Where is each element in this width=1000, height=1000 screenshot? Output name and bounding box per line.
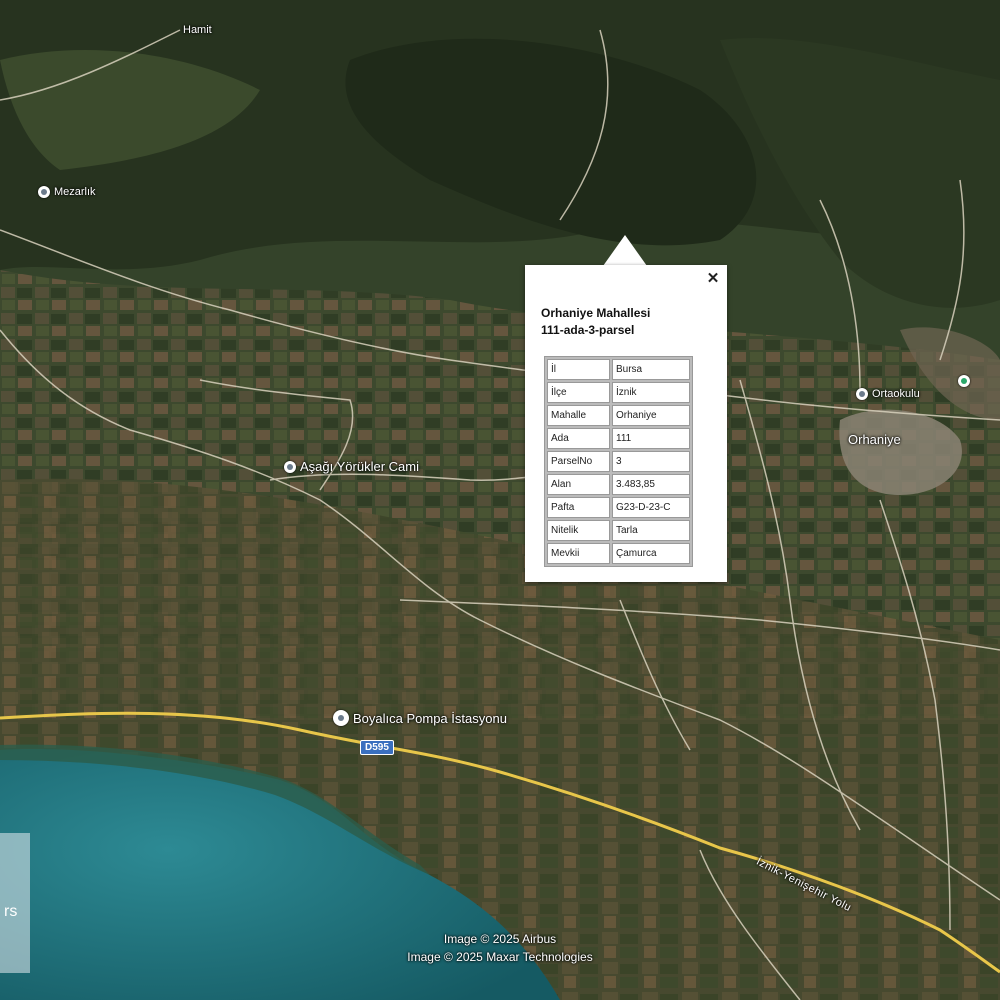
row-value: G23-D-23-C: [612, 497, 690, 518]
place-okul[interactable]: [958, 375, 970, 387]
route-shield-d595: D595: [360, 740, 394, 755]
place-label: Ortaokulu: [872, 388, 920, 400]
row-key: Mahalle: [547, 405, 610, 426]
row-key: İl: [547, 359, 610, 380]
row-key: Alan: [547, 474, 610, 495]
table-row: Mahalle Orhaniye: [547, 405, 690, 426]
credit-line-2: Image © 2025 Maxar Technologies: [407, 950, 593, 964]
row-key: Ada: [547, 428, 610, 449]
place-okul-label[interactable]: Ortaokulu: [856, 388, 920, 400]
row-value: Orhaniye: [612, 405, 690, 426]
imagery-credits: Image © 2025 Airbus Image © 2025 Maxar T…: [0, 930, 1000, 966]
table-row: Alan 3.483,85: [547, 474, 690, 495]
place-pompa[interactable]: Boyalıca Pompa İstasyonu: [333, 710, 507, 726]
popup-title: Orhaniye Mahallesi 111-ada-3-parsel: [541, 305, 716, 339]
row-value: Bursa: [612, 359, 690, 380]
place-top[interactable]: Hamit: [183, 24, 212, 36]
row-value: 3: [612, 451, 690, 472]
town-orhaniye[interactable]: Orhaniye: [848, 432, 901, 447]
row-key: Nitelik: [547, 520, 610, 541]
row-value: Tarla: [612, 520, 690, 541]
place-label: Boyalıca Pompa İstasyonu: [353, 710, 507, 726]
place-label: Hamit: [183, 24, 212, 36]
row-key: Pafta: [547, 497, 610, 518]
parcel-table: İl Bursa İlçe İznik Mahalle Orhaniye Ada 111…: [544, 356, 693, 567]
close-icon[interactable]: ✕: [705, 271, 721, 287]
row-value: 111: [612, 428, 690, 449]
place-label: Aşağı Yörükler Cami: [300, 459, 419, 474]
table-row: ParselNo 3: [547, 451, 690, 472]
location-pin-icon: [333, 710, 349, 726]
row-key: ParselNo: [547, 451, 610, 472]
table-row: Mevkii Çamurca: [547, 543, 690, 564]
row-key: İlçe: [547, 382, 610, 403]
satellite-map[interactable]: [0, 0, 1000, 1000]
row-value: Çamurca: [612, 543, 690, 564]
location-pin-icon: [38, 186, 50, 198]
location-pin-icon: [856, 388, 868, 400]
school-pin-icon: [958, 375, 970, 387]
row-key: Mevkii: [547, 543, 610, 564]
side-panel-text: rs: [4, 903, 18, 920]
row-value: İznik: [612, 382, 690, 403]
place-mezarlik[interactable]: Mezarlık: [38, 186, 96, 198]
mosque-pin-icon: [284, 460, 296, 473]
table-row: İlçe İznik: [547, 382, 690, 403]
place-cami[interactable]: Aşağı Yörükler Cami: [284, 459, 419, 474]
row-value: 3.483,85: [612, 474, 690, 495]
credit-line-1: Image © 2025 Airbus: [443, 932, 557, 946]
parcel-info-popup: ✕ Orhaniye Mahallesi 111-ada-3-parsel İl…: [525, 265, 727, 582]
place-label: Mezarlık: [54, 186, 96, 198]
table-row: Nitelik Tarla: [547, 520, 690, 541]
table-row: Pafta G23-D-23-C: [547, 497, 690, 518]
popup-pointer: [603, 235, 647, 266]
table-row: Ada 111: [547, 428, 690, 449]
popup-title-line2: 111-ada-3-parsel: [541, 323, 635, 337]
table-row: İl Bursa: [547, 359, 690, 380]
popup-title-line1: Orhaniye Mahallesi: [541, 306, 651, 320]
